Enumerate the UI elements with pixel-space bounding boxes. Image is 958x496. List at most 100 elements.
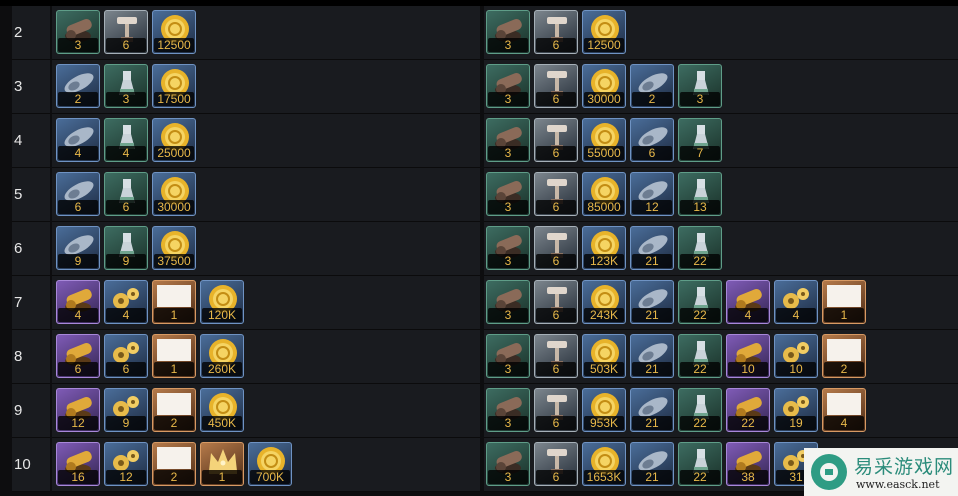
item-count: 700K (250, 470, 290, 484)
steel-shell-icon: 6 (630, 118, 674, 162)
item-count: 21 (632, 254, 672, 268)
bronze-cannon-icon: 3 (486, 334, 530, 378)
steel-shell-icon: 12 (630, 172, 674, 216)
blank-item-icon: 4 (822, 388, 866, 432)
hammer-pick-icon: 6 (534, 442, 578, 486)
gold-coin-icon: 260K (200, 334, 244, 378)
golden-cannon-icon: 6 (56, 334, 100, 378)
bronze-cannon-icon: 3 (486, 388, 530, 432)
blank-item-icon: 2 (152, 388, 196, 432)
hammer-pick-icon: 6 (534, 64, 578, 108)
flask-icon: 9 (104, 226, 148, 270)
item-count: 6 (536, 200, 576, 214)
level-label: 8 (14, 348, 23, 365)
item-count: 3 (488, 200, 528, 214)
item-count: 4 (58, 308, 98, 322)
cumulative-cost-cell: 3 6 123K 21 22 (486, 226, 722, 272)
steel-shell-icon: 21 (630, 388, 674, 432)
watermark-title: 易采游戏网 (854, 456, 955, 478)
gold-coin-icon: 243K (582, 280, 626, 324)
flask-icon: 3 (104, 64, 148, 108)
item-count: 21 (632, 308, 672, 322)
item-count: 6 (536, 92, 576, 106)
steel-shell-icon: 21 (630, 334, 674, 378)
item-count: 6 (536, 362, 576, 376)
level-label: 7 (14, 294, 23, 311)
item-count: 6 (536, 146, 576, 160)
golden-cannon-icon: 22 (726, 388, 770, 432)
level-cost-cell: 6 6 1 260K (56, 334, 244, 380)
gold-coin-icon: 503K (582, 334, 626, 378)
level-label: 10 (14, 456, 31, 473)
bronze-cannon-icon: 3 (486, 118, 530, 162)
golden-cannon-icon: 16 (56, 442, 100, 486)
level-label: 2 (14, 24, 23, 41)
item-count: 6 (58, 362, 98, 376)
hammer-pick-icon: 6 (534, 10, 578, 54)
item-count: 1 (824, 308, 864, 322)
item-count: 120K (202, 308, 242, 322)
level-cost-cell: 4 4 1 120K (56, 280, 244, 326)
item-count: 21 (632, 362, 672, 376)
steel-shell-icon: 21 (630, 280, 674, 324)
level-cost-cell: 9 9 37500 (56, 226, 196, 272)
item-count: 6 (106, 200, 146, 214)
level-cost-cell: 16 12 2 1 700K (56, 442, 292, 488)
hammer-pick-icon: 6 (534, 334, 578, 378)
item-count: 6 (58, 200, 98, 214)
item-count: 3 (488, 470, 528, 484)
item-count: 6 (536, 470, 576, 484)
steel-shell-icon: 21 (630, 442, 674, 486)
golden-gears-icon: 10 (774, 334, 818, 378)
gold-coin-icon: 12500 (152, 10, 196, 54)
item-count: 4 (106, 308, 146, 322)
item-count: 450K (202, 416, 242, 430)
golden-cannon-icon: 12 (56, 388, 100, 432)
bronze-cannon-icon: 3 (486, 442, 530, 486)
table-row: 2 3 6 12500 3 6 12500 (0, 6, 958, 60)
flask-icon: 22 (678, 334, 722, 378)
item-count: 2 (632, 92, 672, 106)
item-count: 1 (154, 308, 194, 322)
item-count: 85000 (584, 200, 624, 214)
item-count: 1 (202, 470, 242, 484)
gold-coin-icon: 30000 (152, 172, 196, 216)
item-count: 19 (776, 416, 816, 430)
easck-logo-icon (811, 454, 847, 490)
hammer-pick-icon: 6 (534, 388, 578, 432)
item-count: 22 (680, 308, 720, 322)
item-count: 1 (154, 362, 194, 376)
item-count: 6 (536, 38, 576, 52)
golden-gears-icon: 19 (774, 388, 818, 432)
blank-item-icon: 2 (822, 334, 866, 378)
item-count: 6 (536, 254, 576, 268)
item-count: 9 (106, 416, 146, 430)
gold-coin-icon: 17500 (152, 64, 196, 108)
blank-item-icon: 2 (152, 442, 196, 486)
gold-coin-icon: 450K (200, 388, 244, 432)
hammer-pick-icon: 6 (534, 226, 578, 270)
steel-shell-icon: 21 (630, 226, 674, 270)
cumulative-cost-cell: 3 6 12500 (486, 10, 626, 56)
blank-item-icon: 1 (152, 334, 196, 378)
hammer-pick-icon: 6 (104, 10, 148, 54)
item-count: 6 (536, 308, 576, 322)
golden-gears-icon: 4 (104, 280, 148, 324)
item-count: 3 (488, 92, 528, 106)
hammer-pick-icon: 6 (534, 118, 578, 162)
blank-item-icon: 1 (152, 280, 196, 324)
flask-icon: 22 (678, 280, 722, 324)
item-count: 3 (488, 362, 528, 376)
level-cost-cell: 4 4 25000 (56, 118, 196, 164)
blank-item-icon: 1 (822, 280, 866, 324)
item-count: 3 (488, 146, 528, 160)
item-count: 4 (728, 308, 768, 322)
bronze-cannon-icon: 3 (56, 10, 100, 54)
flask-icon: 4 (104, 118, 148, 162)
item-count: 6 (536, 416, 576, 430)
gold-coin-icon: 953K (582, 388, 626, 432)
cumulative-cost-cell: 3 6 953K 21 22 22 19 4 (486, 388, 866, 434)
item-count: 3 (488, 416, 528, 430)
item-count: 25000 (154, 146, 194, 160)
gold-coin-icon: 1653K (582, 442, 626, 486)
